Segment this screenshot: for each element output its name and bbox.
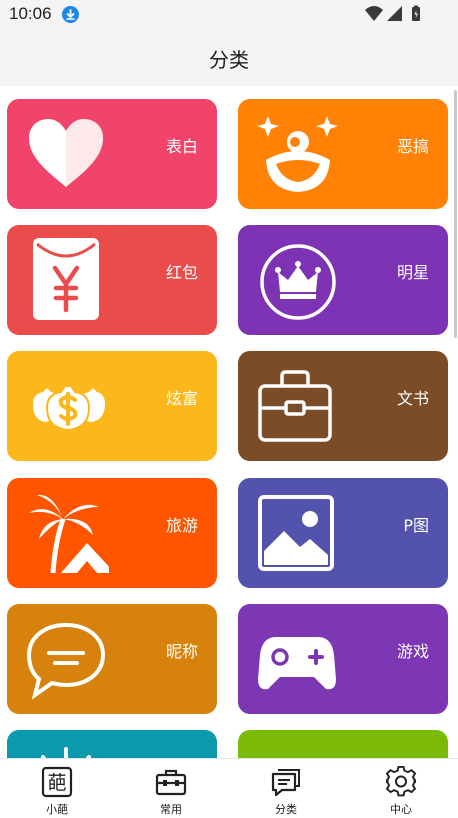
battery-icon [412, 5, 420, 21]
category-card-7[interactable]: P图 [238, 478, 448, 588]
category-label: 明星 [396, 263, 429, 282]
toolbox-icon [155, 769, 187, 796]
palm-tree-icon [29, 494, 109, 574]
status-bar: 10:06 [0, 0, 458, 28]
sun-icon [41, 747, 91, 758]
signal-icon [387, 6, 402, 21]
chat-list-icon [271, 769, 300, 797]
category-label: 炫富 [165, 389, 198, 408]
nav-label: 中心 [390, 803, 412, 816]
category-label: 游戏 [396, 642, 429, 661]
category-label: 旅游 [165, 516, 198, 535]
bottom-nav: 葩 小葩 常用 分类 中心 [0, 758, 458, 818]
status-time: 10:06 [9, 4, 52, 23]
category-card-6[interactable]: 旅游 [7, 478, 217, 588]
category-label: 红包 [165, 263, 198, 282]
nav-label: 常用 [160, 803, 182, 816]
category-card-3[interactable]: 明星 [238, 225, 448, 335]
wifi-icon [365, 6, 383, 21]
speech-bubble-icon [26, 622, 106, 700]
category-card-0[interactable]: 表白 [7, 99, 217, 209]
nav-label: 小葩 [46, 803, 68, 816]
category-label: 昵称 [165, 642, 198, 661]
app-screen: 10:06 分类 表白 恶搞 红包 明星 炫富 文书 旅游 P图 昵称 游戏 葩… [0, 0, 458, 818]
clown-face-icon [257, 116, 338, 192]
gamepad-icon [258, 637, 336, 690]
red-envelope-icon [33, 238, 99, 320]
nav-label: 分类 [275, 803, 297, 816]
nav-item-common[interactable]: 常用 [114, 759, 228, 818]
app-header: 分类 [0, 28, 458, 86]
money-bags-icon [33, 385, 105, 432]
category-label: 表白 [165, 137, 198, 156]
category-card-2[interactable]: 红包 [7, 225, 217, 335]
leaf-icon [254, 743, 340, 758]
nav-item-center[interactable]: 中心 [344, 759, 458, 818]
category-card-8[interactable]: 昵称 [7, 604, 217, 714]
image-icon [258, 495, 334, 571]
nav-item-category[interactable]: 分类 [229, 759, 343, 818]
page-title: 分类 [209, 48, 249, 72]
download-icon [62, 6, 79, 23]
briefcase-icon [258, 370, 332, 442]
category-card-10[interactable] [7, 730, 217, 758]
heart-icon [29, 119, 103, 187]
category-label: P图 [403, 516, 429, 535]
scrollbar[interactable] [454, 90, 457, 338]
category-label: 恶搞 [396, 137, 429, 156]
nav-item-xiaopa[interactable]: 葩 小葩 [0, 759, 114, 818]
category-card-5[interactable]: 文书 [238, 351, 448, 461]
category-card-11[interactable] [238, 730, 448, 758]
category-card-9[interactable]: 游戏 [238, 604, 448, 714]
category-card-1[interactable]: 恶搞 [238, 99, 448, 209]
category-card-4[interactable]: 炫富 [7, 351, 217, 461]
crown-icon [260, 244, 336, 320]
gear-icon [385, 766, 417, 797]
svg-text:葩: 葩 [47, 772, 66, 794]
status-icons [365, 5, 420, 21]
flower-char-icon: 葩 [41, 766, 73, 798]
category-grid[interactable]: 表白 恶搞 红包 明星 炫富 文书 旅游 P图 昵称 游戏 [0, 86, 458, 758]
category-label: 文书 [396, 389, 429, 408]
